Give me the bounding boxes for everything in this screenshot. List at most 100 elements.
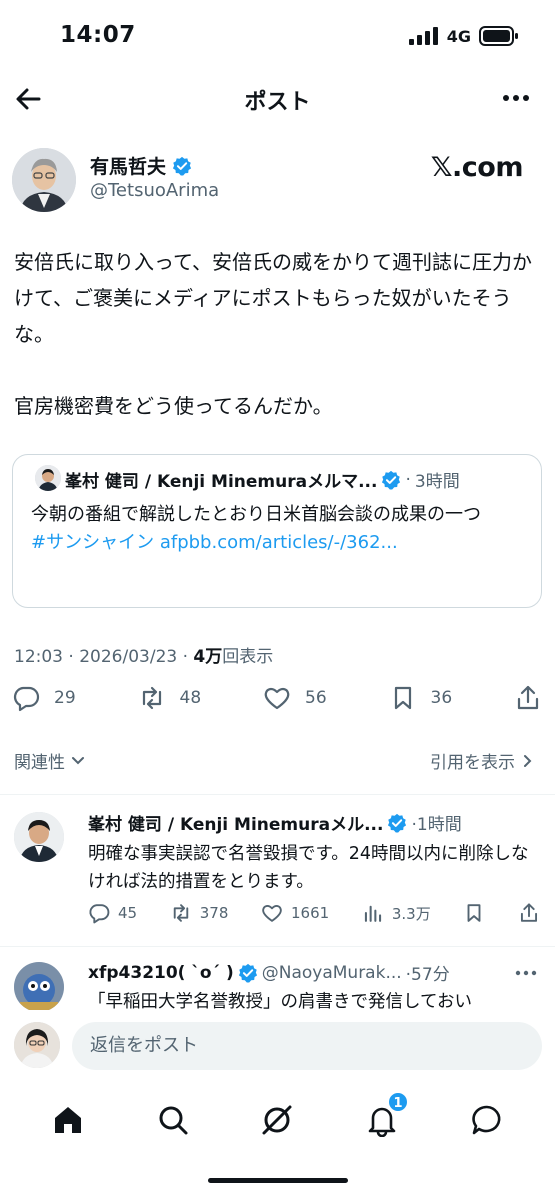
tab-grok[interactable] bbox=[260, 1103, 294, 1137]
tab-notifications[interactable]: 1 bbox=[365, 1091, 410, 1137]
meta-dot: · bbox=[182, 647, 189, 667]
reply-repost-button[interactable]: 378 bbox=[170, 902, 229, 924]
share-icon bbox=[520, 903, 537, 922]
share-icon bbox=[517, 685, 539, 710]
post-date: 2026/03/23 bbox=[79, 647, 178, 667]
sort-relevance-dropdown[interactable]: 関連性 bbox=[14, 748, 87, 773]
network-label: 4G bbox=[446, 26, 471, 46]
reply-repost-count: 378 bbox=[199, 904, 229, 922]
reply-reply-button[interactable]: 45 bbox=[88, 902, 137, 924]
repost-icon bbox=[173, 904, 188, 922]
my-avatar[interactable] bbox=[14, 1022, 60, 1068]
divider bbox=[0, 794, 555, 795]
reply-avatar[interactable] bbox=[14, 812, 64, 862]
reply-author-name[interactable]: xfp43210( `o´ ) bbox=[88, 963, 234, 983]
view-quotes-link[interactable]: 引用を表示 bbox=[430, 748, 537, 773]
bookmark-button[interactable]: 36 bbox=[389, 684, 452, 712]
quote-separator: · bbox=[405, 469, 411, 490]
reply-actions: 45 378 1661 3.3万 bbox=[88, 902, 540, 924]
search-icon bbox=[159, 1106, 188, 1135]
view-quotes-label: 引用を表示 bbox=[430, 753, 515, 773]
reply-author-name[interactable]: 峯村 健司 / Kenji Minemuraメル... bbox=[88, 810, 383, 835]
reply-views-button[interactable]: 3.3万 bbox=[362, 902, 431, 924]
divider bbox=[0, 946, 555, 947]
my-avatar-image bbox=[14, 1022, 60, 1068]
reply-avatar-image bbox=[14, 812, 64, 862]
reply-button[interactable]: 29 bbox=[12, 684, 76, 712]
quote-link[interactable]: afpbb.com/articles/-/362... bbox=[160, 532, 398, 553]
quote-header: 峯村 健司 / Kenji Minemuraメルマ... · 3時間 bbox=[65, 467, 460, 493]
notification-badge: 1 bbox=[387, 1091, 410, 1113]
reply-share-button[interactable] bbox=[518, 902, 540, 924]
tab-home[interactable] bbox=[51, 1103, 85, 1137]
like-count: 56 bbox=[305, 688, 327, 708]
repost-button[interactable]: 48 bbox=[138, 684, 202, 712]
reply-handle[interactable]: @NaoyaMurak... bbox=[262, 963, 402, 983]
status-indicators: 4G bbox=[408, 26, 519, 46]
reply-like-button[interactable]: 1661 bbox=[261, 902, 329, 924]
author-name[interactable]: 有馬哲夫 bbox=[90, 152, 166, 179]
reply-like-count: 1661 bbox=[291, 904, 330, 922]
sort-label: 関連性 bbox=[14, 753, 65, 773]
chevron-down-icon bbox=[72, 756, 84, 764]
tab-messages[interactable] bbox=[470, 1103, 504, 1137]
reply-bookmark-button[interactable] bbox=[463, 902, 485, 924]
author-name-row: 有馬哲夫 bbox=[90, 152, 192, 179]
repost-count: 48 bbox=[179, 688, 202, 708]
reply-header: 峯村 健司 / Kenji Minemuraメル... ·1時間 bbox=[88, 810, 462, 835]
quote-hashtag[interactable]: #サンシャイン bbox=[31, 532, 154, 553]
verified-badge-icon bbox=[388, 813, 407, 833]
signal-icon bbox=[408, 27, 438, 45]
heart-icon bbox=[262, 905, 282, 922]
meta-dot: · bbox=[68, 647, 74, 667]
post-paragraph: 安倍氏に取り入って、安倍氏の威をかりて週刊誌に圧力かけて、ご褒美にメディアにポス… bbox=[14, 250, 532, 346]
brand-watermark: 𝕏.com bbox=[430, 152, 524, 183]
reply-view-count: 3.3万 bbox=[391, 904, 431, 923]
chevron-right-icon bbox=[524, 754, 532, 767]
quote-author-avatar bbox=[35, 465, 61, 491]
verified-badge-icon bbox=[172, 156, 192, 176]
author-avatar-image bbox=[12, 148, 76, 212]
home-indicator bbox=[208, 1178, 348, 1183]
grok-icon bbox=[262, 1105, 292, 1135]
view-label: 回表示 bbox=[222, 647, 274, 667]
reply-text: 明確な事実誤認で名誉毀損です。24時間以内に削除しなければ法的措置をとります。 bbox=[88, 844, 529, 892]
repost-icon bbox=[142, 686, 161, 710]
post-actions: 29 48 56 36 bbox=[12, 684, 542, 712]
reply-input[interactable]: 返信をポスト bbox=[72, 1022, 542, 1070]
status-time: 14:07 bbox=[60, 22, 136, 48]
post-time: 12:03 bbox=[14, 647, 63, 667]
reply-avatar[interactable] bbox=[14, 962, 64, 1012]
more-icon bbox=[515, 970, 537, 976]
post-meta: 12:03 · 2026/03/23 · 4万回表示 bbox=[14, 642, 273, 667]
tab-search[interactable] bbox=[156, 1103, 190, 1137]
reply-avatar-image bbox=[14, 962, 64, 1012]
reply-reply-count: 45 bbox=[118, 904, 138, 922]
quote-text-block: 今朝の番組で解説したとおり日米首脳会談の成果の一つ #サンシャイン afpbb.… bbox=[31, 501, 527, 557]
quote-author-name: 峯村 健司 / Kenji Minemuraメルマ... bbox=[65, 472, 378, 492]
post-paragraph: 官房機密費をどう使ってるんだか。 bbox=[14, 394, 333, 418]
like-button[interactable]: 56 bbox=[263, 684, 327, 712]
page-title: ポスト bbox=[244, 90, 311, 115]
reply-time: ·1時間 bbox=[411, 815, 462, 835]
author-avatar[interactable] bbox=[12, 148, 76, 212]
reply-icon bbox=[89, 904, 110, 924]
post-body: 安倍氏に取り入って、安倍氏の威をかりて週刊誌に圧力かけて、ご褒美にメディアにポス… bbox=[14, 244, 544, 460]
verified-badge-icon bbox=[238, 963, 257, 983]
quote-avatar-image bbox=[35, 465, 61, 491]
share-button[interactable] bbox=[514, 684, 542, 712]
home-icon bbox=[55, 1107, 82, 1133]
reply-more-button[interactable] bbox=[515, 970, 537, 976]
author-handle[interactable]: @TetsuoArima bbox=[90, 180, 219, 201]
heart-icon bbox=[264, 687, 290, 710]
verified-badge-icon bbox=[382, 470, 401, 490]
views-chart-icon bbox=[364, 905, 381, 922]
chat-icon bbox=[471, 1105, 501, 1135]
quote-text: 今朝の番組で解説したとおり日米首脳会談の成果の一つ bbox=[31, 504, 481, 525]
quote-time: 3時間 bbox=[414, 472, 460, 492]
more-options-button[interactable] bbox=[501, 86, 531, 110]
quoted-post-card[interactable]: 峯村 健司 / Kenji Minemuraメルマ... · 3時間 今朝の番組… bbox=[12, 454, 542, 608]
reply-header: xfp43210( `o´ ) @NaoyaMurak... ·57分 bbox=[88, 960, 450, 986]
view-count: 4万 bbox=[193, 647, 223, 667]
battery-icon bbox=[479, 26, 518, 46]
